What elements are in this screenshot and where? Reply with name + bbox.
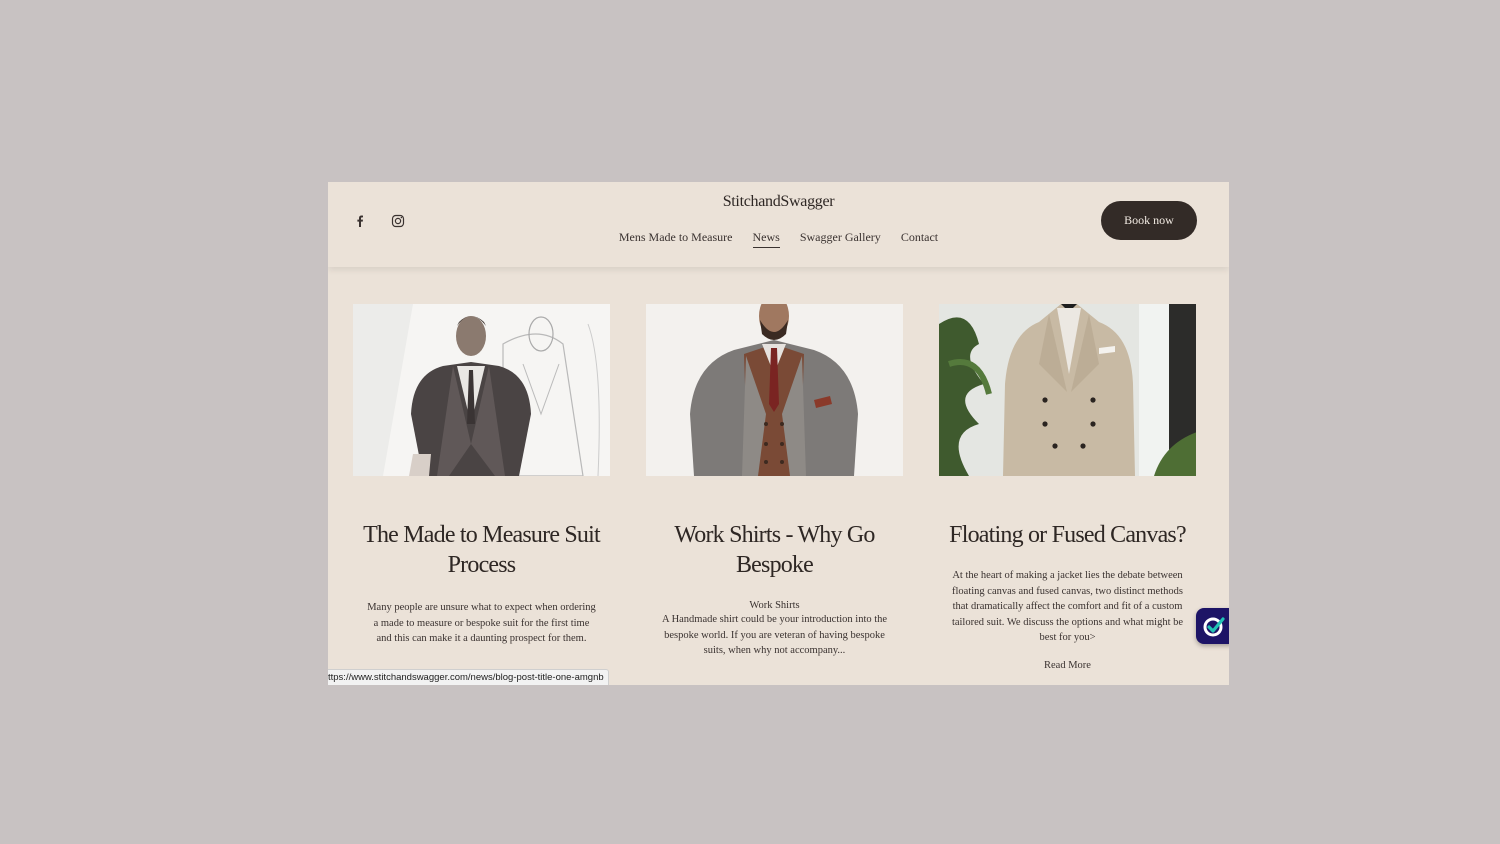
blog-post-card: The Made to Measure Suit Process Many peo… <box>353 304 610 647</box>
browser-viewport: StitchandSwagger Mens Made to Measure New… <box>328 182 1229 685</box>
blog-post-card: Work Shirts - Why Go Bespoke Work Shirts … <box>646 304 903 659</box>
post-title-line2: Bespoke <box>735 552 814 578</box>
post-title-line1: Work Shirts - Why Go <box>674 522 875 548</box>
facebook-icon[interactable] <box>352 213 368 229</box>
read-more-link[interactable]: Read More <box>939 660 1196 671</box>
link-status-bar: ttps://www.stitchandswagger.com/news/blo… <box>328 669 609 685</box>
nav-item-mens-made-to-measure[interactable]: Mens Made to Measure <box>619 230 733 247</box>
post-title-line1: Floating or Fused Canvas? <box>949 522 1186 548</box>
nav-item-news[interactable]: News <box>752 230 780 248</box>
post-excerpt: A Handmade shirt could be your introduct… <box>661 614 888 657</box>
post-thumbnail-watercolor-suit[interactable] <box>646 304 903 476</box>
accessibility-widget-button[interactable] <box>1196 608 1229 644</box>
post-title[interactable]: Work Shirts - Why Go Bespoke <box>646 520 903 580</box>
post-excerpt: At the heart of making a jacket lies the… <box>951 570 1184 644</box>
nav-item-contact[interactable]: Contact <box>901 230 938 247</box>
nav-item-swagger-gallery[interactable]: Swagger Gallery <box>800 230 881 247</box>
main-nav: Mens Made to Measure News Swagger Gallery C… <box>328 230 1229 248</box>
post-excerpt: Many people are unsure what to expect wh… <box>367 602 596 645</box>
post-category[interactable]: Work Shirts <box>646 600 903 611</box>
site-logo[interactable]: StitchandSwagger <box>328 193 1229 211</box>
post-thumbnail-tweed-jacket[interactable] <box>939 304 1196 476</box>
post-thumbnail-sketch-suit[interactable] <box>353 304 610 476</box>
book-now-button[interactable]: Book now <box>1101 201 1197 240</box>
post-title-line1: The Made to Measure Suit <box>363 522 601 548</box>
post-title[interactable]: Floating or Fused Canvas? <box>939 520 1196 550</box>
accessibility-check-icon <box>1196 617 1229 648</box>
blog-post-card: Floating or Fused Canvas? At the heart o… <box>939 304 1196 671</box>
instagram-icon[interactable] <box>390 213 406 229</box>
post-title-line2: Process <box>447 552 517 578</box>
site-header: StitchandSwagger Mens Made to Measure New… <box>328 182 1229 267</box>
post-title[interactable]: The Made to Measure Suit Process <box>353 520 610 580</box>
